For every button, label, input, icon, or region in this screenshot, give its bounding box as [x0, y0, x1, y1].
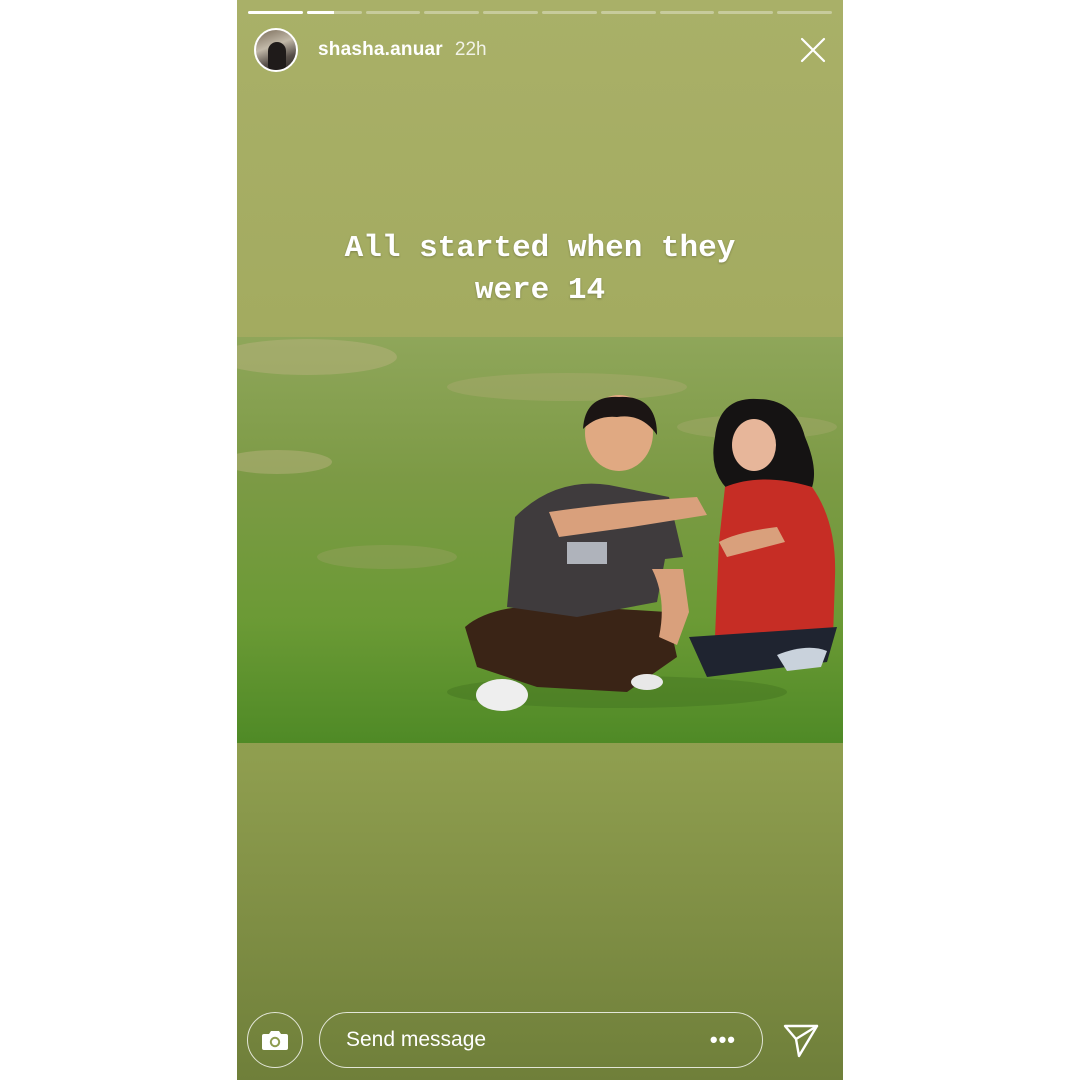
progress-segment: [777, 11, 832, 14]
progress-segment: [600, 11, 656, 14]
story-caption: All started when they were 14: [237, 228, 843, 312]
camera-button[interactable]: [247, 1012, 303, 1068]
post-time: 22h: [454, 39, 487, 60]
username[interactable]: shasha.anuar: [318, 39, 443, 61]
avatar-figure: [268, 42, 286, 70]
progress-segment: [483, 11, 538, 14]
progress-fill: [248, 11, 303, 14]
progress-segment: [306, 11, 362, 14]
progress-segment: [424, 11, 480, 14]
close-icon[interactable]: [798, 35, 828, 65]
story-photo: [237, 337, 843, 743]
camera-icon: [262, 1031, 288, 1050]
caption-line-1: All started when they: [344, 231, 736, 266]
message-bar: Send message •••: [247, 1010, 833, 1070]
story-viewer: shasha.anuar 22h All started when they w…: [237, 0, 843, 1080]
story-progress-bar: [248, 11, 832, 14]
send-icon[interactable]: [781, 1020, 821, 1060]
progress-segment: [659, 11, 715, 14]
progress-segment: [248, 11, 303, 14]
story-header: shasha.anuar 22h: [254, 26, 828, 74]
send-message-input[interactable]: Send message •••: [319, 1012, 763, 1068]
avatar[interactable]: [254, 28, 298, 72]
progress-fill: [306, 11, 335, 14]
caption-line-2: were 14: [474, 273, 606, 308]
more-options-button[interactable]: •••: [710, 1027, 736, 1053]
progress-segment: [718, 11, 774, 14]
send-message-placeholder: Send message: [346, 1028, 487, 1051]
progress-segment: [541, 11, 597, 14]
progress-segment: [365, 11, 421, 14]
